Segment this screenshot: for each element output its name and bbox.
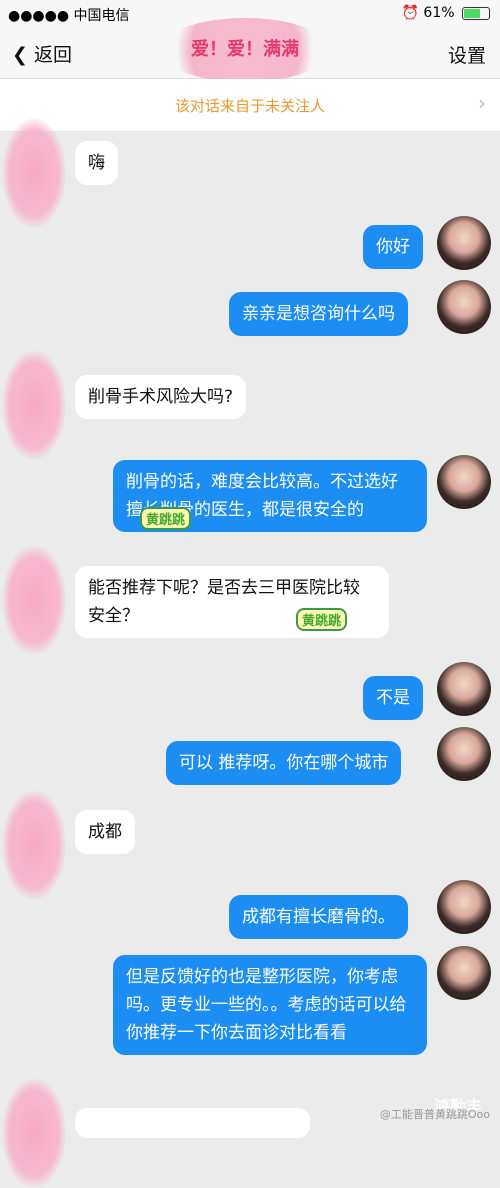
- battery-status: ⏰ 61%: [402, 5, 490, 21]
- contact-avatar[interactable]: [2, 350, 66, 460]
- settings-button[interactable]: 设置: [448, 41, 486, 68]
- message-outgoing: 你好: [363, 225, 423, 269]
- sticker-badge: 黄跳跳: [140, 507, 192, 530]
- message-incoming: 嗨: [75, 141, 118, 185]
- back-button[interactable]: ❮ 返回: [12, 40, 72, 67]
- message-outgoing: 不是: [363, 676, 423, 720]
- alarm-icon: ⏰: [401, 5, 419, 21]
- title-decoration-text: 爱！爱！满满: [191, 39, 299, 60]
- watermark-weibo: @工能晋普黄跳跳Ooo: [379, 1108, 490, 1121]
- my-avatar[interactable]: [437, 662, 491, 716]
- contact-avatar[interactable]: [2, 1078, 66, 1188]
- my-avatar[interactable]: [437, 880, 491, 934]
- message-incoming: 削骨手术风险大吗?: [75, 375, 247, 419]
- sticker-badge: 黄跳跳: [296, 608, 348, 631]
- notice-text: 该对话来自于未关注人: [174, 97, 325, 115]
- my-avatar[interactable]: [437, 280, 491, 334]
- battery-icon: [462, 6, 490, 20]
- message-incoming-partial: [75, 1108, 310, 1138]
- contact-avatar-title: 爱！爱！满满: [160, 18, 330, 82]
- chevron-right-icon: ›: [478, 91, 486, 115]
- my-avatar[interactable]: [437, 727, 491, 781]
- my-avatar[interactable]: [437, 946, 491, 1000]
- battery-fill: [464, 8, 480, 18]
- chevron-left-icon: ❮: [12, 44, 28, 66]
- message-incoming: 成都: [75, 810, 135, 854]
- message-outgoing: 可以 推荐呀。你在哪个城市: [166, 741, 402, 785]
- carrier-label: ●●●●● 中国电信: [8, 8, 130, 24]
- contact-avatar[interactable]: [2, 790, 66, 900]
- contact-avatar[interactable]: [2, 118, 66, 228]
- message-outgoing: 成都有擅长磨骨的。: [229, 895, 408, 939]
- battery-percent: 61%: [423, 5, 455, 21]
- message-outgoing: 亲亲是想咨询什么吗: [229, 292, 408, 336]
- message-outgoing: 但是反馈好的也是整形医院，你考虑吗。更专业一些的。。考虑的话可以给你推荐一下你去…: [113, 955, 427, 1055]
- contact-avatar[interactable]: [2, 545, 66, 655]
- my-avatar[interactable]: [437, 216, 491, 270]
- nav-bar: ❮ 返回 爱！爱！满满 设置: [0, 18, 500, 82]
- stranger-notice[interactable]: 该对话来自于未关注人 ›: [0, 79, 500, 132]
- back-label: 返回: [33, 44, 72, 66]
- my-avatar[interactable]: [437, 455, 491, 509]
